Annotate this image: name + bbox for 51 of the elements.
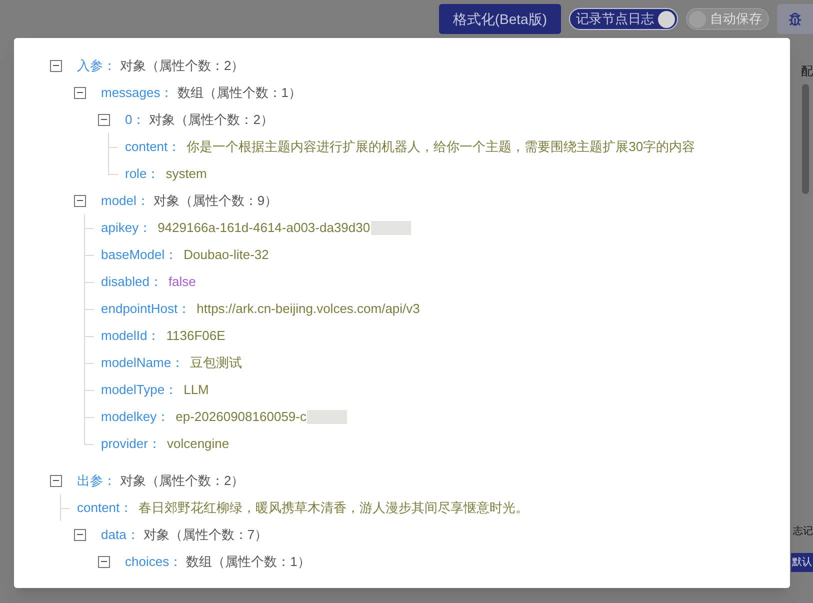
property-key: 入参： (77, 56, 116, 76)
property-value: 豆包测试 (190, 354, 242, 372)
collapse-toggle[interactable] (50, 60, 62, 72)
property-value: https://ark.cn-beijing.volces.com/api/v3 (196, 300, 420, 318)
type-summary: 对象（属性个数：7） (143, 526, 268, 544)
collapse-toggle[interactable] (74, 194, 86, 206)
property-value: ep-20260908160059-c (176, 408, 306, 426)
type-summary: 对象（属性个数：2） (120, 56, 244, 75)
property-value: 春日郊野花红柳绿，暖风携草木清香，游人漫步其间尽享惬意时光。 (138, 498, 529, 517)
collapse-toggle[interactable] (98, 114, 110, 126)
property-key: modelName： (101, 352, 184, 372)
type-summary: 数组（属性个数：1） (177, 84, 302, 102)
toggle-switch[interactable]: 记录节点日志 (569, 8, 678, 30)
type-summary: 对象（属性个数：2） (149, 110, 274, 129)
property-value: 你是一个根据主题内容进行扩展的机器人，给你一个主题，需要围绕主题扩展30字的内容 (186, 138, 696, 156)
property-value: Doubao-lite-32 (184, 246, 269, 264)
collapse-toggle[interactable] (98, 556, 110, 568)
collapse-toggle[interactable] (74, 86, 86, 98)
type-summary: 数组（属性个数：1） (186, 552, 310, 571)
collapse-toggle[interactable] (50, 474, 62, 486)
property-key: role： (125, 164, 160, 184)
property-key: disabled： (101, 272, 162, 292)
collapse-toggle[interactable] (74, 528, 86, 540)
property-key: apikey： (101, 218, 152, 238)
property-key: provider： (101, 434, 161, 454)
property-key: model： (101, 190, 150, 210)
property-value: LLM (184, 380, 209, 399)
property-key: messages： (101, 82, 174, 102)
property-key: baseModel： (101, 244, 178, 264)
property-key: 出参： (77, 470, 116, 490)
property-value: 9429166a-161d-4614-a003-da39d30 (158, 218, 370, 237)
property-value: volcengine (166, 434, 230, 453)
property-key: endpointHost： (101, 298, 191, 318)
bug-icon (787, 11, 803, 27)
property-value: false (168, 272, 196, 291)
property-key: choices： (125, 552, 182, 572)
background-text: 配 (801, 63, 813, 80)
property-key: content： (125, 136, 181, 156)
type-summary: 对象（属性个数：9） (153, 192, 278, 210)
property-key: modelType： (101, 380, 178, 400)
format-button[interactable]: 格式化(Beta版) (438, 4, 561, 34)
type-summary: 对象（属性个数：2） (120, 472, 244, 490)
property-value: system (166, 164, 207, 183)
background-text: 志记 (793, 524, 813, 539)
property-key: data： (101, 524, 140, 544)
property-key: 0： (125, 110, 146, 130)
debug-button[interactable] (777, 4, 813, 34)
property-key: content： (77, 498, 133, 518)
property-key: modelId： (101, 326, 160, 346)
property-key: modelkey： (101, 406, 170, 426)
property-value: 1136F06E (166, 326, 226, 345)
